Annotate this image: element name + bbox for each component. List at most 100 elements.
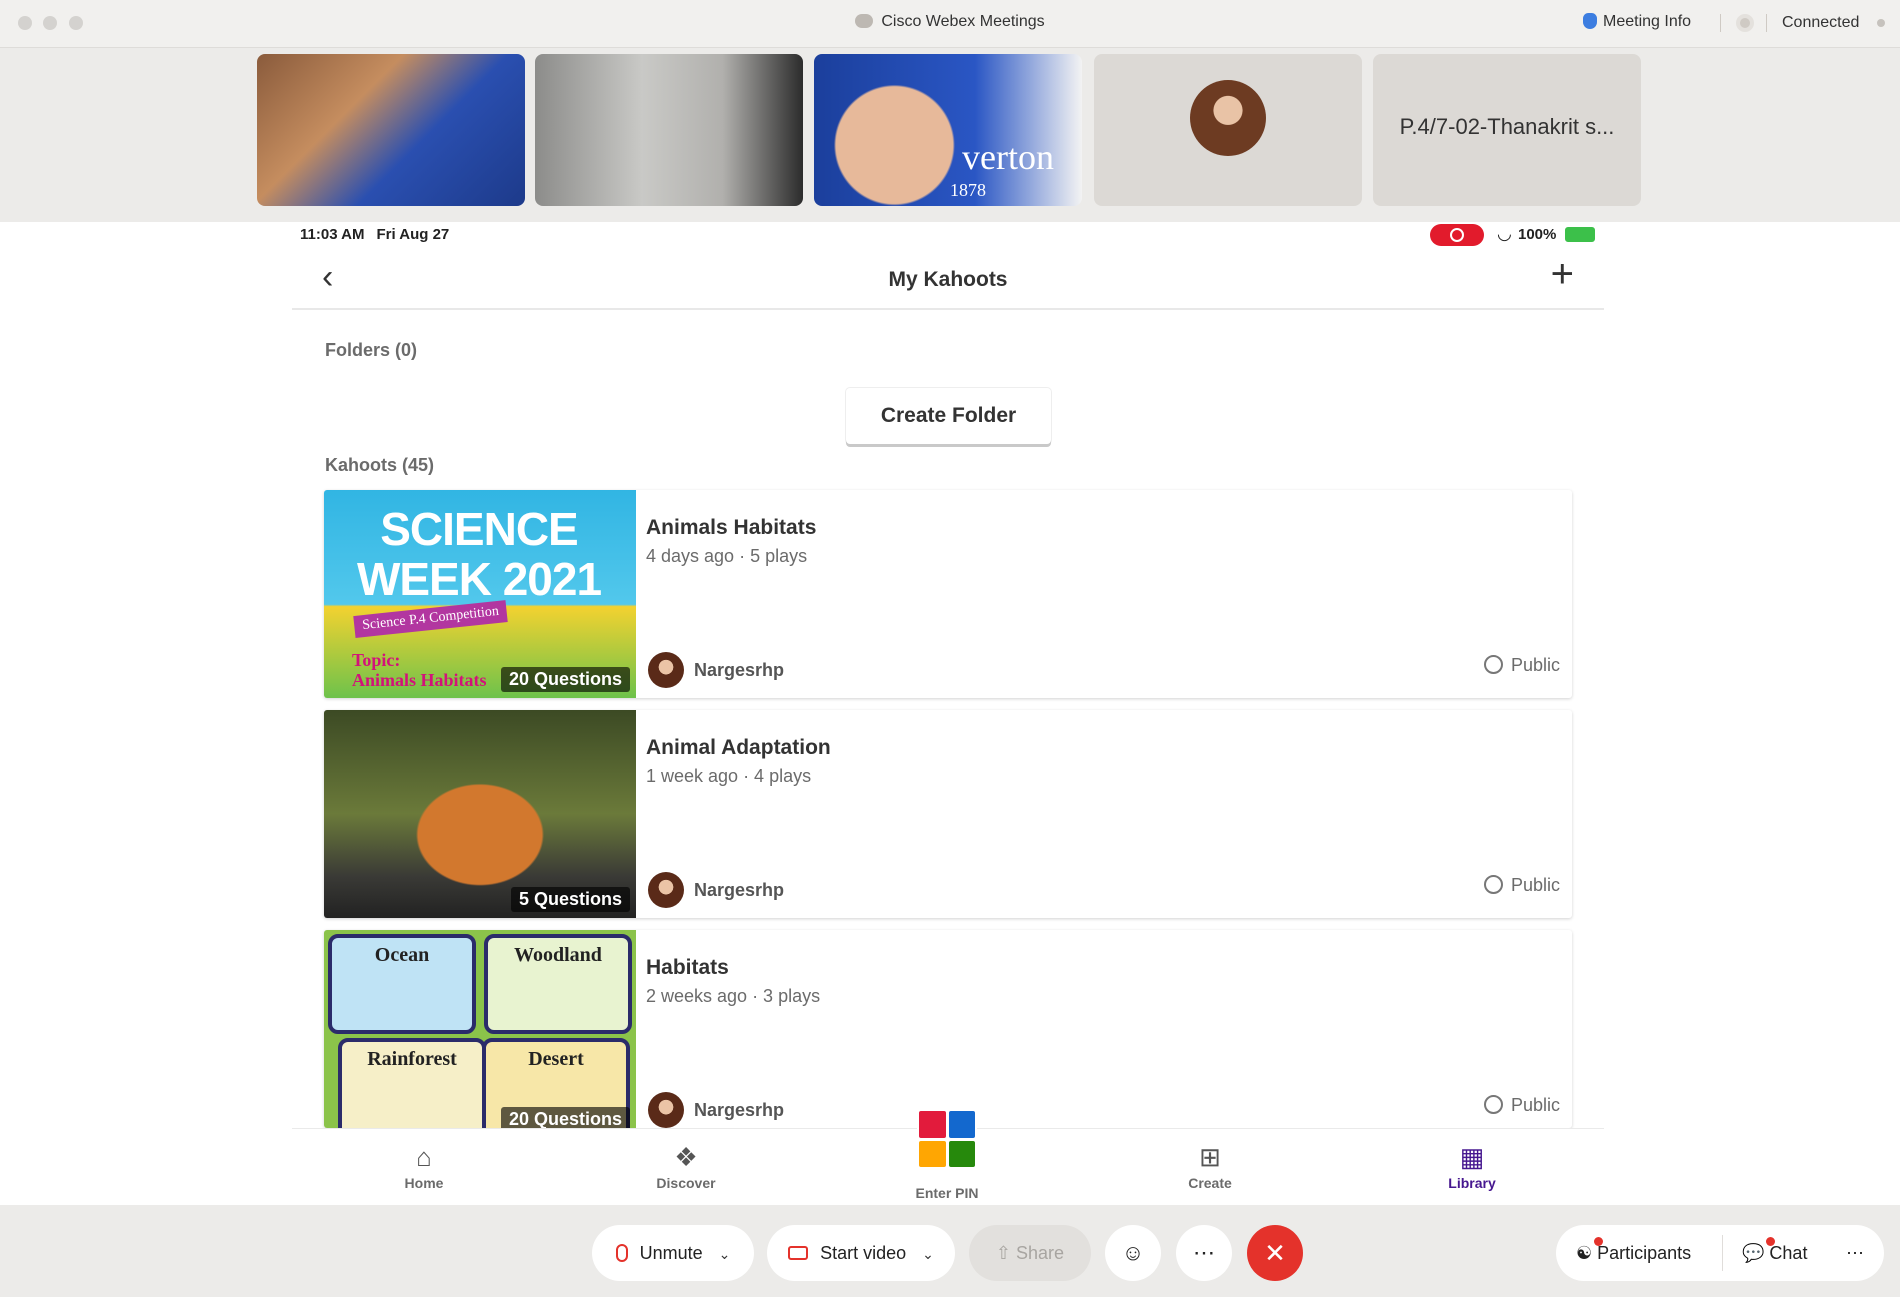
tab-label: Discover [656,1175,716,1191]
kahoot-title: Animals Habitats [646,516,817,539]
kahoot-card[interactable]: Ocean Woodland Rainforest Desert 20 Ques… [324,930,1572,1128]
participant-video-strip: verton 1878 P.4/7-02-Thanakrit s... [0,48,1900,222]
recording-indicator-icon[interactable] [1736,14,1754,32]
meeting-info-button[interactable]: Meeting Info [1583,13,1691,31]
tab-discover[interactable]: ❖ Discover [606,1129,766,1206]
kahoot-card[interactable]: 5 Questions Animal Adaptation 1 week ago… [324,710,1572,918]
question-count-badge: 5 Questions [510,887,630,912]
screen-recording-icon [1430,224,1484,246]
pin-grid-icon[interactable] [917,1109,977,1169]
kahoot-title: Animal Adaptation [646,736,831,759]
reactions-button[interactable]: ☺ [1105,1225,1161,1281]
microphone-muted-icon [615,1244,628,1262]
participant-name-tile[interactable]: P.4/7-02-Thanakrit s... [1373,54,1641,206]
window-titlebar: Cisco Webex Meetings Meeting Info Connec… [0,0,1900,48]
person-icon: ☯ [1576,1243,1598,1263]
participant-avatar-tile[interactable] [1094,54,1362,206]
thumbnail-topic-label: Topic: [352,650,401,670]
participant-video-tile[interactable] [535,54,803,206]
tab-home[interactable]: ⌂ Home [344,1129,504,1206]
more-options-button[interactable]: ⋯ [1176,1225,1232,1281]
panel-more-button[interactable]: ⋯ [1846,1225,1864,1281]
divider [1720,14,1721,32]
question-count-badge: 20 Questions [500,1107,630,1128]
share-label: Share [1016,1243,1065,1263]
notification-dot-icon [1594,1237,1603,1246]
thumbnail-title: SCIENCE WEEK 2021 [356,503,602,605]
participants-label: Participants [1597,1243,1692,1263]
avatar [648,1092,684,1128]
meeting-controls: Unmute ⌄ Start video ⌄ ⇧ Share ☺ ⋯ ✕ ☯ Par… [0,1205,1900,1297]
chat-button[interactable]: 💬 Chat [1742,1225,1807,1281]
background-crest-year: 1878 [950,180,986,200]
start-video-button[interactable]: Start video ⌄ [767,1225,955,1281]
battery-percent: 100% [1518,226,1557,243]
divider [1722,1235,1723,1271]
grid-icon: ▦ [1459,1142,1485,1172]
thumbnail-habitat-label: Ocean [328,934,476,1034]
tab-label: Home [404,1175,444,1191]
webex-logo-icon [855,14,874,28]
app-title-text: Cisco Webex Meetings [881,13,1045,30]
thumbnail-topic-name: Animals Habitats [352,670,487,690]
participant-video-tile[interactable]: verton 1878 [814,54,1082,206]
status-time: 11:03 AM [300,226,365,243]
kahoot-thumbnail: 5 Questions [324,710,636,918]
tab-create[interactable]: ⊞ Create [1130,1129,1290,1206]
kahoots-section-label: Kahoots (45) [325,455,435,475]
create-folder-button[interactable]: Create Folder [846,388,1051,444]
thumbnail-subtitle: Science P.4 Competition [353,600,508,638]
shield-icon [1583,13,1597,29]
kahoot-author: Nargesrhp [694,1100,785,1120]
folders-section-label: Folders (0) [325,340,418,360]
globe-icon [1483,655,1503,674]
kahoot-nav-bar: ‹ My Kahoots + [292,248,1604,310]
wifi-icon: ◡ [1497,224,1512,243]
thumbnail-topic: Topic: Animals Habitats [352,650,487,690]
question-count-badge: 20 Questions [500,667,630,692]
connection-status: Connected [1782,14,1860,31]
compass-icon: ❖ [674,1142,698,1172]
avatar [648,652,684,688]
battery-icon [1565,227,1595,242]
participant-video-tile[interactable] [257,54,525,206]
share-button[interactable]: ⇧ Share [969,1225,1091,1281]
connection-dot-icon [1877,19,1885,27]
unmute-button[interactable]: Unmute ⌄ [592,1225,754,1281]
kahoot-tab-bar: ⌂ Home ❖ Discover Enter PIN ⊞ Create ▦ Libra… [292,1109,1604,1206]
tab-label: Library [1448,1175,1496,1191]
visibility-status: Public [1483,1095,1560,1116]
tab-library[interactable]: ▦ Library [1392,1129,1552,1206]
visibility-label: Public [1510,655,1560,675]
kahoot-meta: 2 weeks ago · 3 plays [646,986,821,1006]
kahoot-author: Nargesrhp [694,660,785,680]
visibility-status: Public [1483,655,1560,676]
globe-icon [1483,1095,1503,1114]
kahoot-meta: 4 days ago · 5 plays [646,546,808,566]
chevron-down-icon[interactable]: ⌄ [719,1246,731,1262]
status-date: Fri Aug 27 [376,226,450,243]
page-title: My Kahoots [888,268,1008,291]
meeting-info-label: Meeting Info [1603,13,1692,30]
tab-label: Create [1188,1175,1232,1191]
ipad-status-bar: 11:03 AM Fri Aug 27 [300,226,461,243]
kahoot-card[interactable]: SCIENCE WEEK 2021 Science P.4 Competitio… [324,490,1572,698]
kahoot-meta: 1 week ago · 4 plays [646,766,812,786]
notification-dot-icon [1766,1237,1775,1246]
participants-button[interactable]: ☯ Participants [1576,1225,1691,1281]
panel-controls: ☯ Participants 💬 Chat ⋯ [1556,1225,1884,1281]
chevron-down-icon[interactable]: ⌄ [922,1246,934,1262]
ellipsis-icon: ⋯ [1846,1243,1864,1263]
divider [1766,14,1767,32]
tab-enter-pin[interactable]: Enter PIN [867,1185,1027,1201]
leave-meeting-button[interactable]: ✕ [1247,1225,1303,1281]
globe-icon [1483,875,1503,894]
video-off-icon [788,1246,809,1260]
thumbnail-habitat-label: Woodland [484,934,632,1034]
avatar [1190,80,1266,156]
ellipsis-icon: ⋯ [1193,1240,1215,1265]
start-video-label: Start video [820,1243,907,1263]
add-icon[interactable]: + [1551,252,1574,297]
visibility-label: Public [1510,875,1560,895]
plus-square-icon: ⊞ [1199,1142,1221,1172]
